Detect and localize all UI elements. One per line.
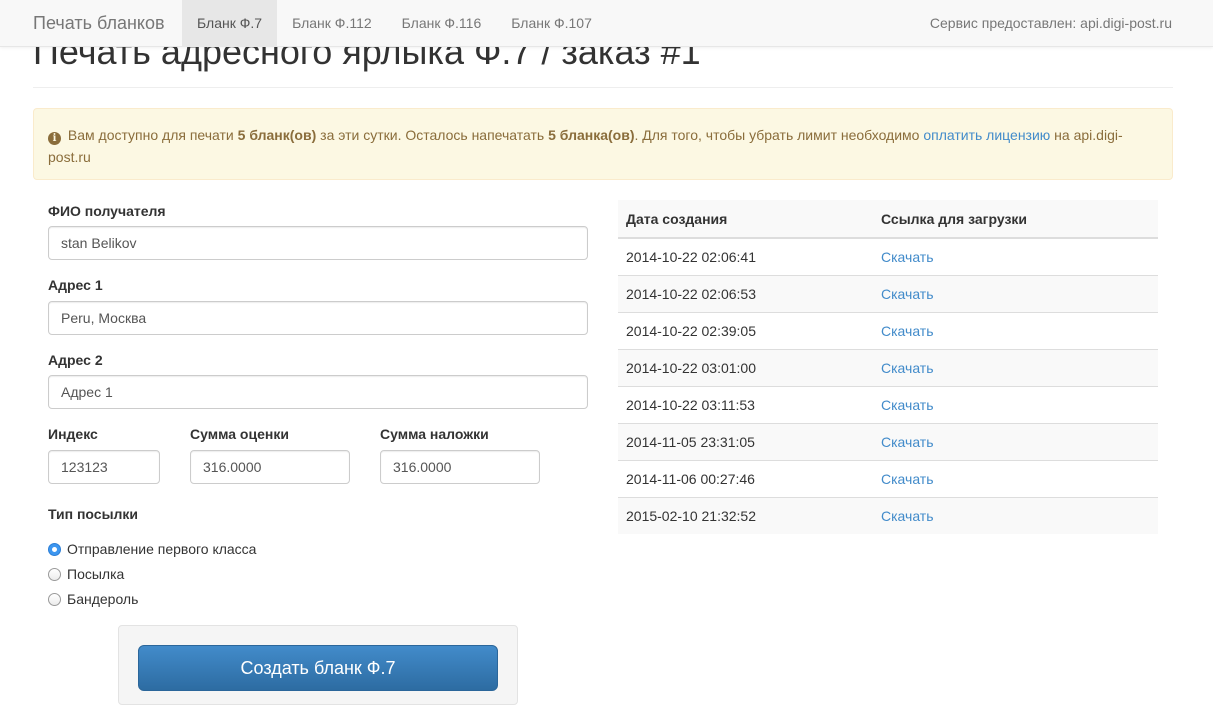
- index-input[interactable]: [48, 450, 160, 484]
- history-table: Дата создания Ссылка для загрузки 2014-1…: [618, 200, 1158, 534]
- download-link[interactable]: Скачать: [873, 311, 1158, 349]
- cod-label: Сумма наложки: [380, 426, 489, 442]
- parcel-type-label: Тип посылки: [48, 506, 139, 522]
- tab-blank-f112[interactable]: Бланк Ф.112: [277, 0, 387, 47]
- table-row: 2014-11-06 00:27:46 Скачать: [618, 459, 1158, 497]
- alert-text-2: за эти сутки. Осталось напечатать: [316, 127, 549, 143]
- title-divider: [33, 87, 1173, 88]
- pay-license-link[interactable]: оплатить лицензию: [923, 127, 1050, 143]
- alert-remaining: 5 бланка(ов): [548, 127, 635, 143]
- radio-parcel[interactable]: Посылка: [48, 564, 124, 584]
- alert-limit: 5 бланк(ов): [237, 127, 317, 143]
- created-date: 2014-10-22 02:39:05: [618, 311, 873, 349]
- tab-blank-f107[interactable]: Бланк Ф.107: [496, 0, 607, 47]
- tab-blank-f7[interactable]: Бланк Ф.7: [182, 0, 278, 47]
- address1-input[interactable]: [48, 301, 588, 335]
- address2-label: Адрес 2: [48, 352, 103, 368]
- address1-label: Адрес 1: [48, 277, 103, 293]
- table-row: 2015-02-10 21:32:52 Скачать: [618, 496, 1158, 534]
- radio-parcel-label: Посылка: [67, 566, 125, 582]
- table-row: 2014-11-05 23:31:05 Скачать: [618, 422, 1158, 460]
- download-link[interactable]: Скачать: [873, 237, 1158, 275]
- radio-button-checked[interactable]: [48, 542, 61, 556]
- created-date: 2014-11-05 23:31:05: [618, 422, 873, 460]
- created-date: 2014-10-22 02:06:41: [618, 237, 873, 275]
- alert-text-1: Вам доступно для печати: [64, 127, 238, 143]
- radio-banderol[interactable]: Бандероль: [48, 589, 138, 609]
- table-row: 2014-10-22 03:01:00 Скачать: [618, 348, 1158, 386]
- download-link[interactable]: Скачать: [873, 274, 1158, 312]
- radio-first-class[interactable]: Отправление первого класса: [48, 539, 256, 559]
- create-blank-button[interactable]: Создать бланк Ф.7: [138, 645, 498, 691]
- download-link[interactable]: Скачать: [873, 348, 1158, 386]
- created-date: 2014-11-06 00:27:46: [618, 459, 873, 497]
- created-date: 2014-10-22 03:11:53: [618, 385, 873, 423]
- created-date: 2014-10-22 02:06:53: [618, 274, 873, 312]
- recipient-input[interactable]: [48, 226, 588, 260]
- radio-first-class-label: Отправление первого класса: [67, 541, 257, 557]
- radio-banderol-label: Бандероль: [67, 591, 139, 607]
- valuation-input[interactable]: [190, 450, 350, 484]
- valuation-label: Сумма оценки: [190, 426, 289, 442]
- limit-alert: i Вам доступно для печати 5 бланк(ов) за…: [33, 108, 1173, 180]
- download-link[interactable]: Скачать: [873, 385, 1158, 423]
- service-provider-text: Сервис предоставлен: api.digi-post.ru: [929, 15, 1172, 31]
- column-header-date: Дата создания: [618, 200, 873, 239]
- download-link[interactable]: Скачать: [873, 459, 1158, 497]
- top-navbar: Печать бланков Бланк Ф.7 Бланк Ф.112 Бла…: [0, 0, 1213, 47]
- table-row: 2014-10-22 02:06:53 Скачать: [618, 274, 1158, 312]
- cod-input[interactable]: [380, 450, 540, 484]
- submit-well: Создать бланк Ф.7: [118, 625, 518, 705]
- download-link[interactable]: Скачать: [873, 422, 1158, 460]
- column-header-link: Ссылка для загрузки: [873, 200, 1158, 239]
- index-label: Индекс: [48, 426, 98, 442]
- table-row: 2014-10-22 03:11:53 Скачать: [618, 385, 1158, 423]
- address2-input[interactable]: [48, 375, 588, 409]
- navbar-brand[interactable]: Печать бланков: [33, 0, 165, 47]
- nav-tabs: Бланк Ф.7 Бланк Ф.112 Бланк Ф.116 Бланк …: [182, 0, 607, 47]
- created-date: 2014-10-22 03:01:00: [618, 348, 873, 386]
- info-circle-icon: i: [48, 132, 61, 145]
- download-link[interactable]: Скачать: [873, 496, 1158, 534]
- alert-text-3: . Для того, чтобы убрать лимит необходим…: [634, 127, 924, 143]
- radio-button[interactable]: [48, 567, 61, 581]
- table-row: 2014-10-22 02:06:41 Скачать: [618, 237, 1158, 275]
- recipient-label: ФИО получателя: [48, 203, 166, 219]
- table-row: 2014-10-22 02:39:05 Скачать: [618, 311, 1158, 349]
- created-date: 2015-02-10 21:32:52: [618, 496, 873, 534]
- radio-button[interactable]: [48, 592, 61, 606]
- tab-blank-f116[interactable]: Бланк Ф.116: [387, 0, 497, 47]
